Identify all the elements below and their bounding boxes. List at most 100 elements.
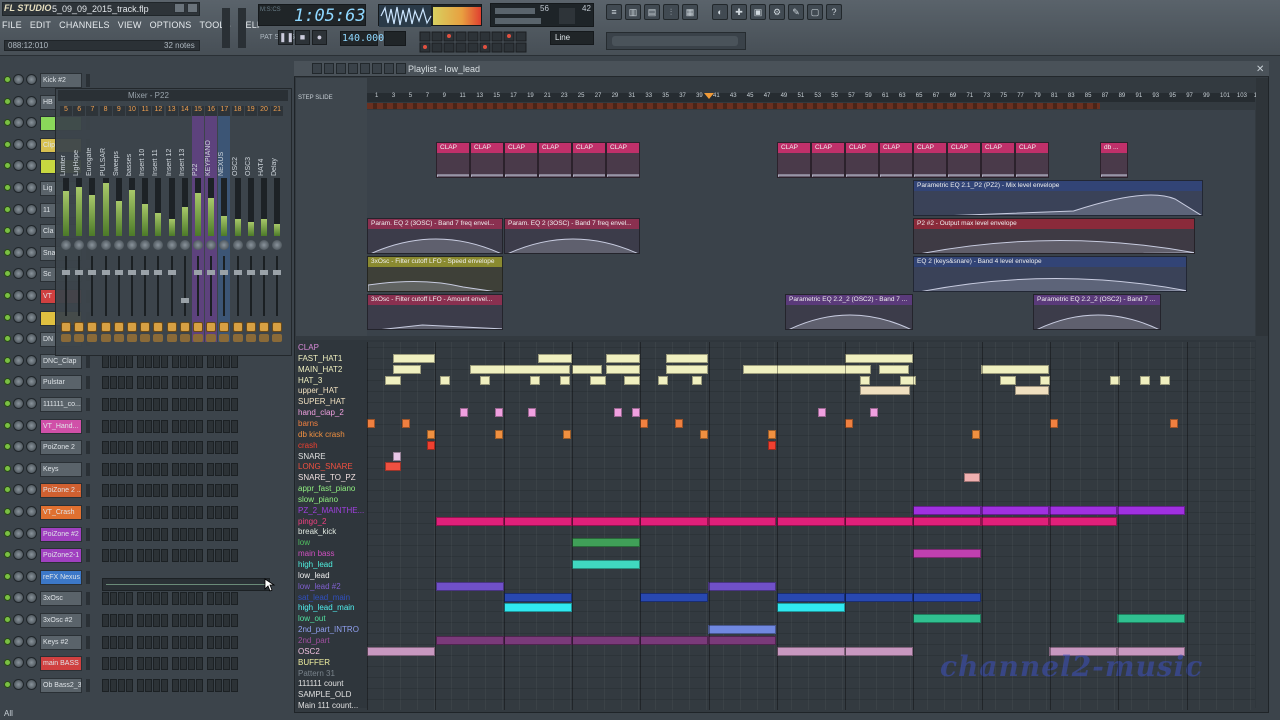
mixer-route-button[interactable] [272,334,283,342]
pattern-clip[interactable] [913,549,981,559]
save-icon[interactable]: ▣ [750,4,766,20]
channel-volume-knob[interactable] [26,678,37,690]
step-button[interactable] [215,614,222,627]
channel-volume-knob[interactable] [26,74,37,85]
step-button[interactable] [231,419,238,433]
channel-pan-knob[interactable] [13,635,24,647]
step-button[interactable] [180,527,187,541]
step-button[interactable] [153,635,160,649]
mixer-route-button[interactable] [219,334,230,342]
pattern-clip[interactable] [692,375,702,385]
pattern-clip[interactable] [981,364,1049,374]
step-button[interactable] [207,635,214,649]
pattern-name[interactable]: 2nd_part_INTRO [298,624,359,635]
step-button[interactable] [180,354,187,368]
channel-select-indicator[interactable] [86,74,90,87]
step-button[interactable] [196,635,203,649]
automation-clip[interactable]: CLAP [504,142,538,178]
channel-name-button[interactable]: VT_Crash [40,505,82,520]
pattern-clip[interactable] [845,646,913,656]
step-button[interactable] [145,441,152,455]
channel-volume-knob[interactable] [26,657,37,669]
channel-name-button[interactable]: Ob Bass2_3 [40,677,82,693]
step-button[interactable] [102,635,109,649]
pattern-clip[interactable] [845,592,913,602]
channel-mute-led[interactable] [4,572,11,580]
mixer-strip-name[interactable]: HAT4 [258,120,270,176]
channel-select-indicator[interactable] [86,527,90,541]
step-button[interactable] [126,592,133,606]
pattern-clip[interactable] [470,364,570,374]
pattern-name[interactable]: SAMPLE_OLD [298,689,351,700]
channel-volume-knob[interactable] [26,570,37,582]
step-button[interactable] [161,398,168,411]
channel-select-indicator[interactable] [86,354,90,368]
fader-handle[interactable] [273,270,282,275]
mixer-strip-name[interactable]: Insert 12 [166,120,178,176]
close-icon[interactable]: ✕ [1256,64,1264,75]
channel-mute-led[interactable] [4,443,11,451]
step-button[interactable] [215,441,222,455]
channel-volume-knob[interactable] [26,333,37,345]
pattern-clip[interactable] [981,516,1049,526]
step-button[interactable] [172,462,179,476]
mixer-pan-knob[interactable] [87,240,98,250]
pattern-name[interactable]: LONG_SNARE [298,461,353,472]
step-button[interactable] [137,441,144,455]
pattern-name[interactable]: FAST_HAT1 [298,353,342,364]
pattern-clip[interactable] [572,516,640,526]
step-button[interactable] [207,462,214,476]
fader-handle[interactable] [246,270,255,275]
step-button[interactable] [161,376,168,390]
mixer-titlebar[interactable] [58,90,288,101]
step-button[interactable] [118,635,125,649]
step-button[interactable] [118,506,125,519]
step-button[interactable] [153,462,160,476]
step-button[interactable] [110,657,117,671]
pattern-clip[interactable] [440,375,450,385]
step-button[interactable] [118,678,125,692]
pattern-name[interactable]: SUPER_HAT [298,396,345,407]
menu-options[interactable]: OPTIONS [150,20,192,34]
step-button[interactable] [231,506,238,519]
pattern-clip[interactable] [981,505,1049,515]
step-button[interactable] [172,549,179,563]
channel-rack-icon[interactable]: ▤ [644,4,660,20]
channel-name-button[interactable]: 3xOsc [40,591,82,607]
pattern-clip[interactable] [1117,614,1185,624]
pattern-clip[interactable] [614,408,622,418]
pattern-clip[interactable] [480,375,490,385]
step-button[interactable] [110,592,117,606]
pattern-clip[interactable] [560,375,570,385]
pattern-selector[interactable] [384,31,406,46]
step-button[interactable] [207,506,214,519]
step-button[interactable] [145,398,152,411]
step-button[interactable] [102,462,109,476]
mixer-pan-knob[interactable] [259,240,269,250]
mixer-send-button[interactable] [259,322,269,332]
step-button[interactable] [196,527,203,541]
automation-clip[interactable]: P2 #2 - Output max level envelope [913,218,1195,254]
step-button[interactable] [207,657,214,671]
step-button[interactable] [188,354,195,368]
step-button[interactable] [126,506,133,519]
mixer-route-button[interactable] [166,334,177,342]
step-button[interactable] [231,484,238,498]
channel-volume-knob[interactable] [26,268,37,280]
pattern-clip[interactable] [675,418,683,428]
menu-edit[interactable]: EDIT [30,20,51,34]
channel-name-button[interactable]: Kick #2 [40,73,82,88]
channel-pan-knob[interactable] [13,678,24,690]
fader-handle[interactable] [62,270,70,275]
step-button[interactable] [207,614,214,627]
automation-clip[interactable]: db ... [1100,142,1128,178]
pattern-clip[interactable] [504,603,572,613]
pattern-clip[interactable] [708,581,776,591]
pattern-clip[interactable] [504,592,572,602]
mixer-send-button[interactable] [127,322,137,332]
step-button[interactable] [231,635,238,649]
mixer-pan-knob[interactable] [193,240,203,250]
step-button[interactable] [215,506,222,519]
step-button[interactable] [223,462,230,476]
pattern-clip[interactable] [504,516,572,526]
